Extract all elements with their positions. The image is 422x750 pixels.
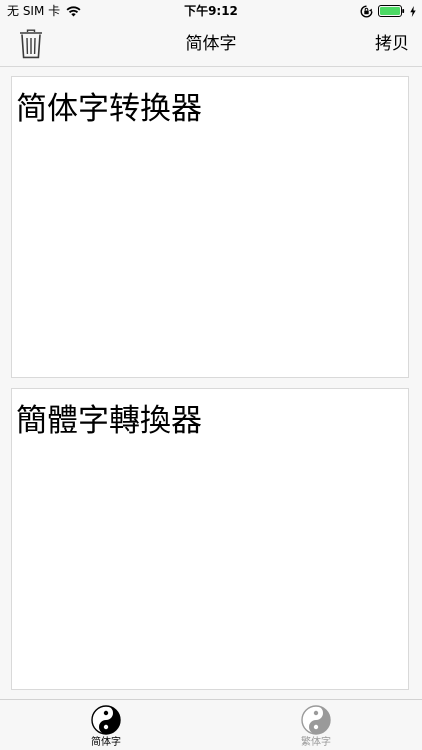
traditional-text: 簡體字轉換器 — [16, 403, 202, 439]
tab-simplified[interactable]: 简体字 — [56, 700, 156, 750]
navigation-bar: 简体字 拷贝 — [0, 22, 422, 67]
tab-traditional-label: 繁体字 — [301, 737, 331, 748]
yin-yang-icon — [91, 705, 121, 735]
yin-yang-icon — [301, 705, 331, 735]
tab-simplified-label: 简体字 — [91, 737, 121, 748]
tab-traditional[interactable]: 繁体字 — [266, 700, 366, 750]
copy-button[interactable]: 拷贝 — [375, 22, 409, 66]
tab-bar: 简体字 繁体字 — [0, 699, 422, 750]
status-time: 下午9:12 — [184, 4, 238, 18]
status-right — [360, 3, 416, 19]
simplified-text-area[interactable]: 简体字转换器 — [11, 76, 409, 378]
simplified-text: 简体字转换器 — [16, 91, 202, 127]
traditional-text-area[interactable]: 簡體字轉換器 — [11, 388, 409, 690]
charging-bolt-icon — [410, 5, 416, 17]
rotation-lock-icon — [360, 5, 373, 17]
battery-icon — [378, 5, 405, 17]
page-title: 简体字 — [185, 34, 237, 54]
status-bar: 无 SIM 卡 下午9:12 — [0, 0, 422, 22]
